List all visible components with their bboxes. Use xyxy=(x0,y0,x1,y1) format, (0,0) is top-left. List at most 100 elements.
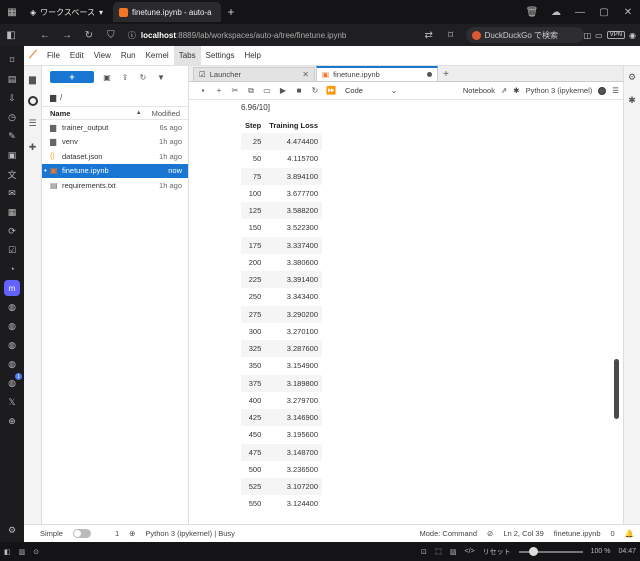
vertical-scrollbar[interactable] xyxy=(614,359,619,419)
add-panel-icon[interactable]: ⊕ xyxy=(4,413,20,429)
bell-icon[interactable]: 🔔 xyxy=(625,529,634,538)
capture-icon[interactable]: ⊡ xyxy=(421,548,427,556)
refresh-icon[interactable]: ↻ xyxy=(138,73,148,82)
copy-icon[interactable]: ⧉ xyxy=(243,86,259,96)
tab-finetune-notebook[interactable]: ▣ finetune.ipynb xyxy=(316,66,438,81)
sync-icon[interactable]: ⟳ xyxy=(4,223,20,239)
extensions-icon[interactable]: ✚ xyxy=(26,140,40,154)
minimize-icon[interactable]: — xyxy=(568,0,592,24)
tab-tiling-icon[interactable]: ⿴ xyxy=(435,547,442,557)
cut-icon[interactable]: ✂ xyxy=(227,86,243,95)
web-panel-icon-3[interactable]: ◍ xyxy=(4,337,20,353)
close-tab-icon[interactable]: ✕ xyxy=(302,70,309,79)
property-inspector-icon[interactable]: ⚙ xyxy=(628,72,636,83)
cell-type-select[interactable]: Code ⌄ xyxy=(345,86,397,95)
running-kernels-icon[interactable] xyxy=(27,96,38,106)
folder-icon[interactable]: ▆ xyxy=(26,72,40,86)
new-folder-icon[interactable]: ▣ xyxy=(102,73,112,82)
file-row-trainer-output[interactable]: ▆ trainer_output 6s ago xyxy=(42,120,188,135)
extension-icon[interactable]: ◫ xyxy=(584,31,592,40)
translate-icon[interactable]: ⇄ xyxy=(418,30,440,41)
back-icon[interactable]: ← xyxy=(34,30,56,41)
tab-launcher[interactable]: ☑ Launcher ✕ xyxy=(193,67,315,81)
tile-icon[interactable]: ▥ xyxy=(19,548,26,556)
translate-panel-icon[interactable]: 文 xyxy=(4,166,20,182)
menu-edit[interactable]: Edit xyxy=(65,46,89,66)
menu-settings[interactable]: Settings xyxy=(201,46,240,66)
sidebar-toggle-icon[interactable]: ◧ xyxy=(0,30,22,41)
cloud-icon[interactable]: ☁ xyxy=(544,0,568,24)
window-icon[interactable]: ⊙ xyxy=(33,548,39,556)
menu-view[interactable]: View xyxy=(89,46,116,66)
unsaved-dot-icon[interactable] xyxy=(427,72,432,77)
bookmark-icon[interactable]: ⌑ xyxy=(440,30,462,41)
mail-icon[interactable]: ✉ xyxy=(4,185,20,201)
debugger-icon[interactable]: ✱ xyxy=(628,95,636,106)
new-launcher-button[interactable]: + xyxy=(50,71,94,83)
filter-icon[interactable]: ▼ xyxy=(156,73,166,82)
reading-list-icon[interactable]: ▤ xyxy=(4,71,20,87)
notification-count[interactable]: 0 xyxy=(610,529,614,538)
terminal-count[interactable]: 1 xyxy=(115,529,119,538)
wallet-icon[interactable]: ▭ xyxy=(595,31,603,40)
zoom-slider[interactable] xyxy=(518,546,583,556)
tasks-icon[interactable]: ☑ xyxy=(4,242,20,258)
code-icon[interactable]: </> xyxy=(464,548,474,555)
reload-icon[interactable]: ↻ xyxy=(78,30,100,41)
kernel-name[interactable]: Python 3 (ipykernel) xyxy=(526,86,593,95)
feeds-icon[interactable]: ◔ xyxy=(4,261,20,277)
history-icon[interactable]: ◷ xyxy=(4,109,20,125)
insert-cell-icon[interactable]: + xyxy=(211,86,227,95)
trash-icon[interactable]: 🗑 xyxy=(520,0,544,24)
menu-tabs[interactable]: Tabs xyxy=(173,45,201,66)
settings-icon[interactable]: ⚙ xyxy=(4,522,20,538)
calendar-icon[interactable]: ▦ xyxy=(4,204,20,220)
column-name[interactable]: Name xyxy=(50,109,136,118)
new-tab-button[interactable]: + xyxy=(221,5,241,19)
debug-icon[interactable]: ✱ xyxy=(513,86,519,95)
kernel-status[interactable]: Python 3 (ipykernel) | Busy xyxy=(145,529,235,538)
notes-icon[interactable]: ✎ xyxy=(4,128,20,144)
search-field[interactable]: DuckDuckGo で検索 xyxy=(465,27,584,43)
fast-forward-icon[interactable]: ⏩ xyxy=(323,86,339,95)
web-panel-icon-2[interactable]: ◍ xyxy=(4,318,20,334)
web-panel-icon-1[interactable]: ◍ xyxy=(4,299,20,315)
run-icon[interactable]: ▶ xyxy=(275,86,291,95)
panel-toggle-icon[interactable]: ▦ xyxy=(0,0,24,24)
profile-icon[interactable]: ◉ xyxy=(629,31,636,40)
vpn-button[interactable]: VPN xyxy=(606,31,626,39)
table-of-contents-icon[interactable]: ☰ xyxy=(26,116,40,130)
maximize-icon[interactable]: ▢ xyxy=(592,0,616,24)
url-field[interactable]: ⓘ localhost:8889/lab/workspaces/auto-a/t… xyxy=(128,27,418,43)
x-icon[interactable]: 𝕏 xyxy=(4,394,20,410)
menu-help[interactable]: Help xyxy=(240,46,266,66)
window-panel-icon[interactable]: ▣ xyxy=(4,147,20,163)
forward-icon[interactable]: → xyxy=(56,30,78,41)
cursor-position[interactable]: Ln 2, Col 39 xyxy=(503,529,543,538)
open-external-icon[interactable]: ⇗ xyxy=(501,86,507,95)
notebook-label[interactable]: Notebook xyxy=(463,86,495,95)
file-row-requirements-txt[interactable]: ▤ requirements.txt 1h ago xyxy=(42,178,188,193)
menu-file[interactable]: File xyxy=(42,46,65,66)
web-panel-icon-4[interactable]: ◍ xyxy=(4,356,20,372)
stop-icon[interactable]: ■ xyxy=(291,86,307,95)
sort-asc-icon[interactable]: ▲ xyxy=(136,110,142,116)
browser-tab-active[interactable]: finetune.ipynb - auto-a xyxy=(112,2,221,22)
new-tab-add-button[interactable]: + xyxy=(439,67,453,81)
menu-run[interactable]: Run xyxy=(116,46,141,66)
file-row-finetune-ipynb[interactable]: • ▣ finetune.ipynb now xyxy=(42,163,188,178)
panel-icon[interactable]: ◧ xyxy=(4,548,11,556)
mastodon-icon[interactable]: m xyxy=(4,280,20,296)
restart-icon[interactable]: ↻ xyxy=(307,86,323,95)
file-row-venv[interactable]: ▆ venv 1h ago xyxy=(42,135,188,150)
paste-icon[interactable]: ▭ xyxy=(259,86,275,95)
save-icon[interactable]: ▪ xyxy=(195,86,211,95)
menu-icon[interactable]: ☰ xyxy=(612,86,619,95)
column-modified[interactable]: Modified xyxy=(152,109,180,118)
reset-zoom-label[interactable]: リセット xyxy=(483,547,511,557)
workspace-selector[interactable]: ◈ ワークスペース ▾ xyxy=(24,7,109,18)
image-icon[interactable]: ▨ xyxy=(450,548,457,556)
breadcrumb-path[interactable]: / xyxy=(60,93,62,102)
file-row-dataset-json[interactable]: {} dataset.json 1h ago xyxy=(42,149,188,164)
bookmarks-icon[interactable]: ⌑ xyxy=(4,52,20,68)
